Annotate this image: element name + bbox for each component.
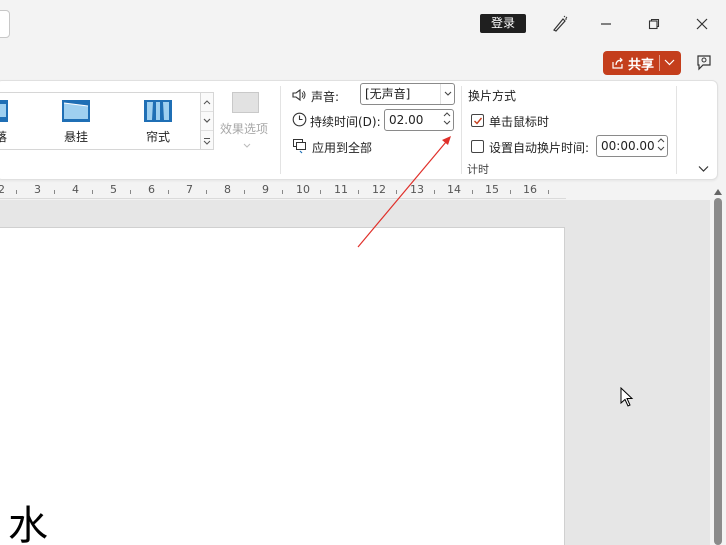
- ruler-label: 6: [148, 183, 155, 196]
- chevron-down-icon[interactable]: [664, 57, 675, 68]
- sound-select[interactable]: [无声音]: [360, 83, 455, 105]
- ruler-label: 7: [186, 183, 193, 196]
- gallery-item-label: 帘式: [145, 130, 170, 144]
- group-divider: [676, 86, 677, 174]
- ruler-label: 10: [296, 183, 310, 196]
- ruler-label: 5: [110, 183, 117, 196]
- share-label: 共享: [628, 57, 655, 73]
- speaker-icon: [291, 87, 307, 106]
- transition-thumb-icon[interactable]: [144, 100, 172, 122]
- checkmark-icon: [473, 117, 482, 125]
- clock-icon: [292, 112, 307, 130]
- share-icon: [611, 57, 624, 70]
- duration-spinner[interactable]: [443, 111, 451, 126]
- horizontal-ruler: 2 3 4 5 6 7 8 9 10 11 12 13 14 15 16: [0, 183, 566, 199]
- chevron-up-icon[interactable]: [713, 185, 723, 199]
- restore-icon[interactable]: [642, 12, 666, 36]
- comments-icon[interactable]: [695, 54, 713, 75]
- auto-advance-time-input[interactable]: 00:00.00: [596, 135, 668, 157]
- effect-options-button[interactable]: 效果选项: [220, 120, 268, 137]
- collapse-ribbon-icon[interactable]: [698, 162, 709, 176]
- designer-pen-icon[interactable]: [548, 12, 572, 36]
- transition-thumb-icon[interactable]: [0, 100, 14, 122]
- gallery-scroll[interactable]: [200, 92, 214, 150]
- chevron-up-icon[interactable]: [201, 93, 213, 112]
- slide-text[interactable]: 水: [8, 506, 48, 545]
- chevron-up-icon: [657, 138, 665, 143]
- duration-input[interactable]: 02.00: [384, 109, 454, 131]
- ruler-label: 9: [262, 183, 269, 196]
- group-divider: [461, 86, 462, 174]
- search-box[interactable]: [0, 10, 10, 38]
- on-click-label: 单击鼠标时: [489, 115, 550, 129]
- share-divider: [659, 55, 660, 71]
- timing-group-label: 计时: [467, 163, 489, 176]
- gallery-item-label: 悬挂: [63, 130, 88, 144]
- chevron-down-icon[interactable]: [201, 112, 213, 131]
- chevron-up-icon: [443, 112, 451, 117]
- advance-group-label: 换片方式: [468, 89, 517, 103]
- auto-advance-spinner[interactable]: [657, 137, 665, 152]
- ruler-label: 2: [0, 183, 5, 196]
- minimize-icon[interactable]: [594, 12, 618, 36]
- ruler-label: 4: [72, 183, 79, 196]
- transition-thumb-icon[interactable]: [62, 100, 90, 122]
- ruler-label: 16: [523, 183, 537, 196]
- ruler-label: 3: [34, 183, 41, 196]
- gallery-item-partial-label: 落: [0, 130, 7, 144]
- effect-options-icon[interactable]: [232, 92, 259, 113]
- sound-value: [无声音]: [365, 87, 411, 101]
- on-click-checkbox[interactable]: [471, 114, 484, 127]
- ruler-label: 8: [224, 183, 231, 196]
- share-button[interactable]: 共享: [603, 51, 681, 75]
- sound-label: 声音:: [311, 90, 340, 104]
- scrollbar-thumb[interactable]: [714, 198, 722, 545]
- auto-advance-checkbox[interactable]: [471, 140, 484, 153]
- chevron-down-icon: [657, 146, 665, 151]
- mouse-cursor-icon: [620, 387, 634, 407]
- chevron-down-icon[interactable]: [440, 84, 454, 104]
- ruler-label: 11: [334, 183, 348, 196]
- chevron-down-icon: [443, 120, 451, 125]
- slide[interactable]: [0, 227, 565, 545]
- gallery-more-icon[interactable]: [201, 131, 213, 150]
- login-button[interactable]: 登录: [480, 14, 526, 33]
- annotation-arrow-icon: [357, 136, 451, 248]
- auto-advance-label: 设置自动换片时间:: [489, 141, 590, 155]
- duration-value: 02.00: [389, 113, 424, 127]
- duration-label: 持续时间(D):: [310, 115, 381, 129]
- auto-advance-time-value: 00:00.00: [601, 139, 655, 153]
- chevron-down-icon: [243, 138, 251, 152]
- group-divider: [280, 86, 281, 174]
- close-icon[interactable]: [690, 12, 714, 36]
- apply-all-icon: [292, 138, 308, 157]
- ruler-label: 15: [485, 183, 499, 196]
